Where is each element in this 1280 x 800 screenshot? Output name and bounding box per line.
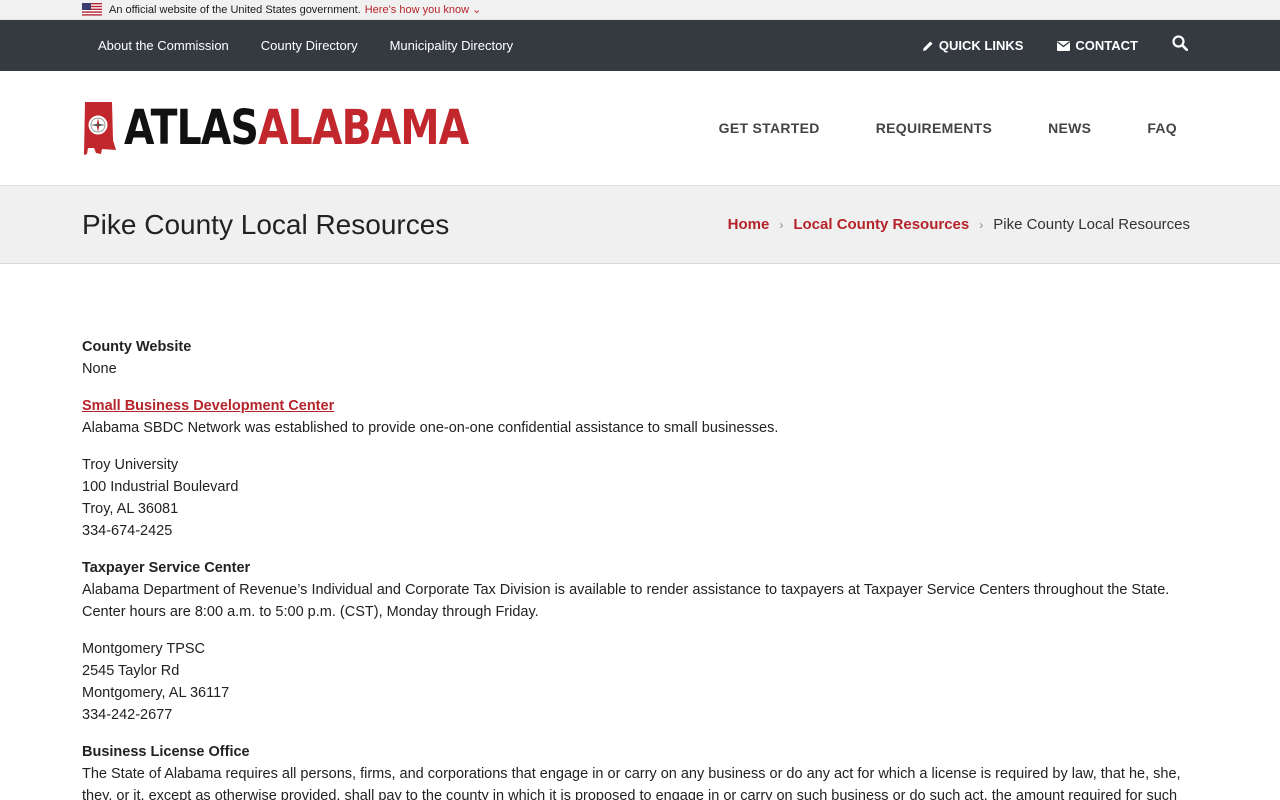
nav-news[interactable]: NEWS bbox=[1048, 120, 1091, 136]
utility-navbar: About the Commission County Directory Mu… bbox=[0, 20, 1280, 71]
breadcrumb: Home › Local County Resources › Pike Cou… bbox=[728, 216, 1190, 233]
license-section: Business License Office The State of Ala… bbox=[82, 741, 1198, 800]
chevron-right-icon: › bbox=[779, 217, 784, 232]
site-header: ATLASALABAMA GET STARTED REQUIREMENTS NE… bbox=[0, 71, 1280, 186]
nav-requirements[interactable]: REQUIREMENTS bbox=[876, 120, 992, 136]
logo-wordmark: ATLASALABAMA bbox=[124, 100, 469, 156]
atlas-alabama-logo[interactable]: ATLASALABAMA bbox=[82, 100, 544, 156]
address-line: Troy, AL 36081 bbox=[82, 501, 179, 517]
sbdc-address: Troy University 100 Industrial Boulevard… bbox=[82, 454, 1198, 542]
page-title-bar: Pike County Local Resources Home › Local… bbox=[0, 186, 1280, 264]
nav-municipality-directory[interactable]: Municipality Directory bbox=[390, 38, 514, 53]
county-website-value: None bbox=[82, 361, 117, 377]
license-heading: Business License Office bbox=[82, 744, 250, 760]
address-line: Montgomery TPSC bbox=[82, 641, 206, 657]
main-content: County Website None Small Business Devel… bbox=[0, 264, 1280, 800]
sbdc-section: Small Business Development Center Alabam… bbox=[82, 395, 1198, 439]
chevron-right-icon: › bbox=[979, 217, 984, 232]
us-flag-icon bbox=[82, 3, 102, 16]
alabama-state-icon bbox=[84, 102, 116, 155]
address-line: 100 Industrial Boulevard bbox=[82, 479, 239, 495]
county-website-section: County Website None bbox=[82, 336, 1198, 380]
gov-banner-text: An official website of the United States… bbox=[109, 3, 361, 16]
taxpayer-description: Alabama Department of Revenue’s Individu… bbox=[82, 582, 1170, 620]
nav-faq[interactable]: FAQ bbox=[1147, 120, 1177, 136]
breadcrumb-home[interactable]: Home bbox=[728, 216, 770, 233]
county-website-heading: County Website bbox=[82, 339, 192, 355]
nav-county-directory[interactable]: County Directory bbox=[261, 38, 358, 53]
license-description: The State of Alabama requires all person… bbox=[82, 766, 1181, 800]
pencil-icon bbox=[922, 41, 933, 51]
breadcrumb-current: Pike County Local Resources bbox=[993, 216, 1190, 233]
page-title: Pike County Local Resources bbox=[82, 208, 450, 240]
nav-about-commission[interactable]: About the Commission bbox=[98, 38, 229, 53]
contact-button[interactable]: CONTACT bbox=[1057, 38, 1138, 53]
taxpayer-address: Montgomery TPSC 2545 Taylor Rd Montgomer… bbox=[82, 638, 1198, 726]
gov-banner: An official website of the United States… bbox=[0, 0, 1280, 20]
breadcrumb-local-county-resources[interactable]: Local County Resources bbox=[793, 216, 969, 233]
nav-get-started[interactable]: GET STARTED bbox=[719, 120, 820, 136]
taxpayer-section: Taxpayer Service Center Alabama Departme… bbox=[82, 557, 1198, 623]
quick-links-button[interactable]: QUICK LINKS bbox=[922, 38, 1023, 53]
address-line: Troy University bbox=[82, 457, 179, 473]
chevron-down-icon: ⌄ bbox=[472, 4, 482, 16]
address-line: 2545 Taylor Rd bbox=[82, 663, 180, 679]
sbdc-link[interactable]: Small Business Development Center bbox=[82, 398, 334, 414]
phone-number: 334-242-2677 bbox=[82, 707, 173, 723]
search-icon[interactable] bbox=[1172, 35, 1189, 56]
sbdc-description: Alabama SBDC Network was established to … bbox=[82, 420, 779, 436]
envelope-icon bbox=[1057, 40, 1071, 51]
how-you-know-link[interactable]: Here’s how you know ⌄ bbox=[365, 3, 482, 16]
taxpayer-heading: Taxpayer Service Center bbox=[82, 560, 251, 576]
main-nav: GET STARTED REQUIREMENTS NEWS FAQ bbox=[719, 120, 1177, 136]
address-line: Montgomery, AL 36117 bbox=[82, 685, 230, 701]
phone-number: 334-674-2425 bbox=[82, 523, 173, 539]
